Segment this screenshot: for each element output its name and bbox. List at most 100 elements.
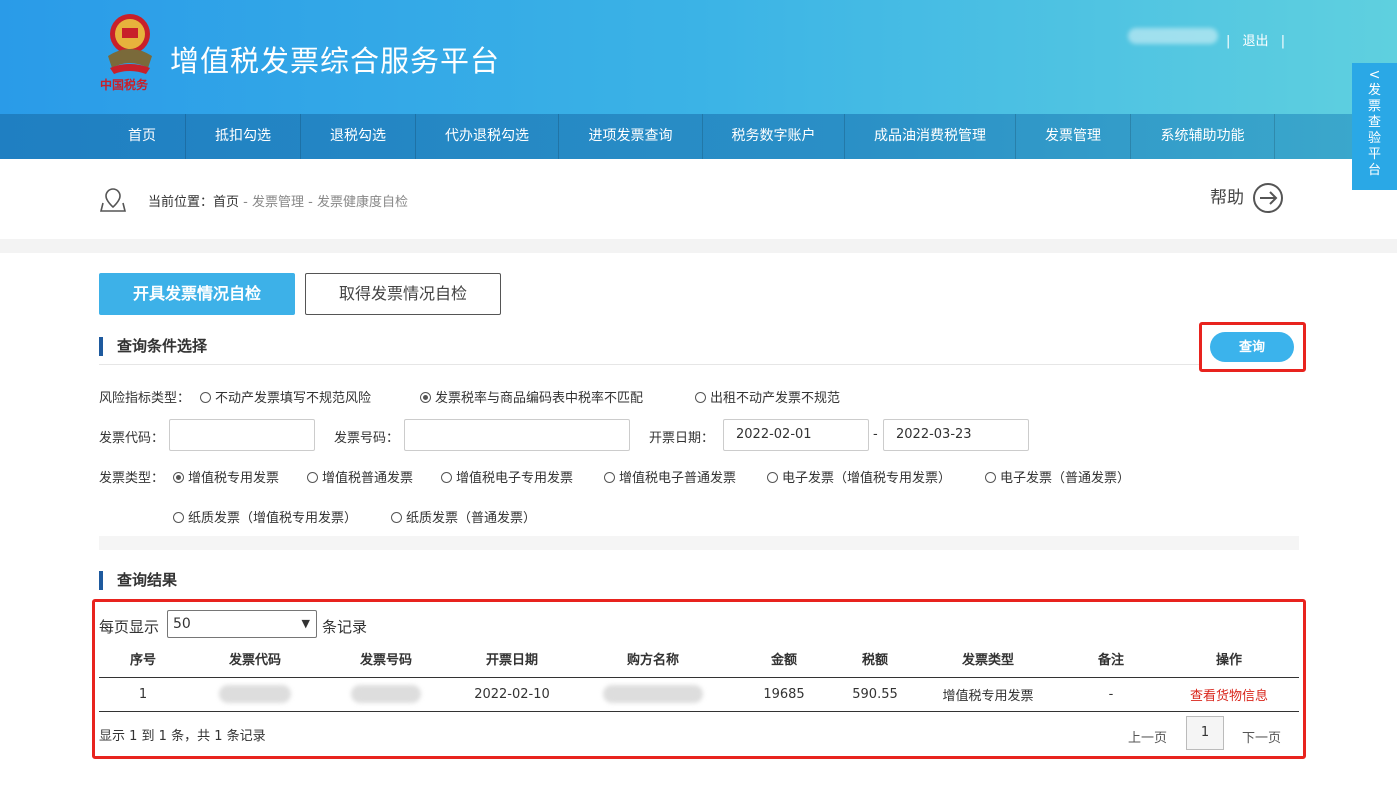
- nav-item-input-query[interactable]: 进项发票查询: [559, 114, 703, 159]
- radio-icon[interactable]: [985, 472, 996, 483]
- separator: |: [1280, 34, 1286, 49]
- risk-option-3[interactable]: 出租不动产发票不规范: [695, 387, 840, 406]
- type-option-7[interactable]: 纸质发票（增值税专用发票）: [173, 507, 357, 526]
- date-to-input[interactable]: 2022-03-23: [883, 419, 1029, 451]
- cell-amount: 19685: [731, 677, 837, 712]
- radio-label: 出租不动产发票不规范: [710, 391, 841, 406]
- breadcrumb-home[interactable]: 首页: [213, 195, 239, 210]
- divider: [99, 364, 1199, 365]
- type-option-5[interactable]: 电子发票（增值税专用发票）: [767, 467, 951, 486]
- invoice-code-input[interactable]: [169, 419, 315, 451]
- type-option-1[interactable]: 增值税专用发票: [173, 467, 279, 486]
- query-section-title: 查询条件选择: [99, 337, 207, 356]
- nav-item-agent-refund[interactable]: 代办退税勾选: [416, 114, 559, 159]
- redacted-value: [219, 685, 291, 703]
- radio-icon[interactable]: [695, 392, 706, 403]
- radio-icon[interactable]: [767, 472, 778, 483]
- tab-received-check[interactable]: 取得发票情况自检: [305, 273, 501, 315]
- cell-buyer: [575, 677, 731, 712]
- radio-label: 发票税率与商品编码表中税率不匹配: [435, 391, 644, 406]
- column-header: 操作: [1159, 640, 1299, 678]
- risk-option-1[interactable]: 不动产发票填写不规范风险: [200, 387, 371, 406]
- radio-label: 增值税电子专用发票: [456, 471, 574, 486]
- invoice-type-label: 发票类型：: [99, 471, 165, 486]
- radio-icon[interactable]: [307, 472, 318, 483]
- nav-item-home[interactable]: 首页: [99, 114, 186, 159]
- radio-label: 电子发票（普通发票）: [1000, 471, 1131, 486]
- risk-type-label: 风险指标类型：: [99, 391, 191, 406]
- column-header: 税额: [837, 640, 913, 678]
- radio-icon[interactable]: [173, 512, 184, 523]
- view-goods-link[interactable]: 查看货物信息: [1190, 689, 1268, 704]
- invoice-date-label: 开票日期：: [649, 431, 715, 446]
- type-option-4[interactable]: 增值税电子普通发票: [604, 467, 736, 486]
- site-title: 增值税发票综合服务平台: [170, 44, 501, 78]
- breadcrumb: 当前位置：首页 - 发票管理 - 发票健康度自检: [148, 191, 408, 210]
- form-bottom-band: [99, 536, 1299, 550]
- section-divider: [0, 239, 1397, 253]
- header-banner: 中国税务 增值税发票综合服务平台 | 退出 |: [0, 0, 1397, 114]
- per-page-select[interactable]: 50 ▼: [167, 610, 317, 638]
- column-header: 备注: [1063, 640, 1159, 678]
- cell-invoice-code: [187, 677, 323, 712]
- breadcrumb-prefix: 当前位置：: [148, 195, 214, 210]
- nav-item-oil-tax[interactable]: 成品油消费税管理: [845, 114, 1016, 159]
- radio-selected-icon[interactable]: [420, 392, 431, 403]
- invoice-verify-side-tab[interactable]: < 发 票 查 验 平 台: [1352, 63, 1397, 190]
- column-header: 购方名称: [575, 640, 731, 678]
- radio-icon[interactable]: [200, 392, 211, 403]
- column-header: 序号: [99, 640, 187, 678]
- radio-icon[interactable]: [604, 472, 615, 483]
- type-option-3[interactable]: 增值税电子专用发票: [441, 467, 573, 486]
- date-from-input[interactable]: 2022-02-01: [723, 419, 869, 451]
- column-header: 发票代码: [187, 640, 323, 678]
- invoice-no-input[interactable]: [404, 419, 630, 451]
- page-number-button[interactable]: 1: [1186, 716, 1224, 750]
- radio-label: 增值税专用发票: [188, 471, 280, 486]
- help-link[interactable]: 帮助: [1210, 183, 1244, 208]
- radio-label: 纸质发票（增值税专用发票）: [188, 511, 358, 526]
- nav-item-invoice-manage[interactable]: 发票管理: [1016, 114, 1131, 159]
- risk-option-2[interactable]: 发票税率与商品编码表中税率不匹配: [420, 387, 643, 406]
- cell-index: 1: [99, 677, 187, 712]
- radio-icon[interactable]: [441, 472, 452, 483]
- logout-area: | 退出 |: [1222, 30, 1289, 49]
- location-icon: [100, 188, 126, 212]
- chevron-down-icon: ▼: [301, 617, 310, 630]
- username-redacted: [1128, 28, 1218, 44]
- breadcrumb-sep: -: [239, 195, 252, 210]
- arrow-right-circle-icon[interactable]: [1252, 182, 1284, 214]
- logout-link[interactable]: 退出: [1243, 34, 1269, 49]
- nav-item-system-aux[interactable]: 系统辅助功能: [1131, 114, 1275, 159]
- tab-issued-check[interactable]: 开具发票情况自检: [99, 273, 295, 315]
- radio-label: 不动产发票填写不规范风险: [215, 391, 372, 406]
- nav-item-deduction[interactable]: 抵扣勾选: [186, 114, 301, 159]
- radio-label: 电子发票（增值税专用发票）: [782, 471, 952, 486]
- chevron-left-icon: <: [1368, 67, 1381, 83]
- radio-label: 增值税电子普通发票: [619, 471, 737, 486]
- breadcrumb-current: 发票健康度自检: [316, 195, 408, 210]
- radio-selected-icon[interactable]: [173, 472, 184, 483]
- per-page-suffix: 条记录: [322, 618, 368, 636]
- breadcrumb-sep: -: [304, 195, 317, 210]
- query-button[interactable]: 查询: [1210, 332, 1294, 362]
- column-header: 金额: [731, 640, 837, 678]
- type-option-8[interactable]: 纸质发票（普通发票）: [391, 507, 536, 526]
- main-nav: 首页 抵扣勾选 退税勾选 代办退税勾选 进项发票查询 税务数字账户 成品油消费税…: [0, 114, 1397, 159]
- cell-invoice-no: [323, 677, 449, 712]
- prev-page-button[interactable]: 上一页: [1128, 727, 1167, 746]
- next-page-button[interactable]: 下一页: [1242, 727, 1281, 746]
- nav-item-digital-account[interactable]: 税务数字账户: [703, 114, 845, 159]
- separator: |: [1226, 34, 1231, 49]
- per-page-value: 50: [173, 616, 191, 632]
- cell-action: 查看货物信息: [1159, 677, 1299, 712]
- side-tab-char: 平: [1367, 147, 1381, 162]
- type-option-2[interactable]: 增值税普通发票: [307, 467, 413, 486]
- breadcrumb-invoice-manage: 发票管理: [252, 195, 305, 210]
- side-tab-char: 发: [1367, 83, 1381, 98]
- per-page-label: 每页显示: [99, 618, 160, 636]
- radio-icon[interactable]: [391, 512, 402, 523]
- nav-item-refund[interactable]: 退税勾选: [301, 114, 416, 159]
- results-table: 序号 发票代码 发票号码 开票日期 购方名称 金额 税额 发票类型 备注 操作 …: [99, 640, 1299, 712]
- type-option-6[interactable]: 电子发票（普通发票）: [985, 467, 1130, 486]
